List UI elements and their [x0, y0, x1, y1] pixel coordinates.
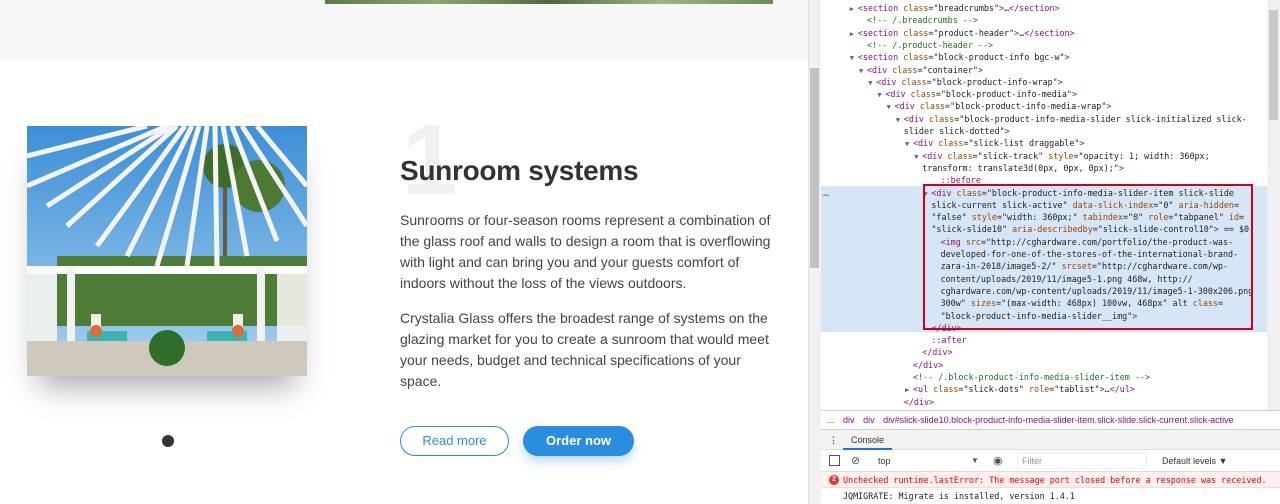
node-actions-ellipsis[interactable]: …: [823, 188, 829, 199]
error-count-icon: 2: [829, 475, 839, 485]
dom-line-text: </div>: [903, 396, 935, 407]
console-filter-input[interactable]: Filter: [1017, 453, 1147, 469]
tab-console[interactable]: Console: [843, 430, 893, 450]
collapsed-arrow-icon[interactable]: ▶: [850, 3, 858, 15]
dom-line[interactable]: <!-- /.breadcrumbs -->: [867, 14, 1267, 26]
drawer-menu-icon[interactable]: ⋮: [829, 430, 838, 450]
dom-line-text: <ul class="slick-dots" role="tablist">…<…: [913, 384, 1135, 395]
dom-line[interactable]: ::after: [931, 334, 1267, 346]
error-text: Unchecked runtime.lastError: The message…: [843, 475, 1267, 485]
top-section: [0, 0, 808, 60]
breadcrumb-div-2[interactable]: div: [863, 415, 875, 425]
dom-line[interactable]: </div>: [904, 396, 1267, 408]
expanded-arrow-icon[interactable]: ▼: [905, 138, 913, 150]
read-more-button[interactable]: Read more: [400, 426, 509, 456]
dom-line-text: <!-- /.block-product-info-media-slider-i…: [913, 372, 1150, 382]
slider-dot-active[interactable]: [162, 435, 174, 447]
product-image-sunroom[interactable]: [27, 126, 307, 376]
devtools-panel: … ▶ <section class="breadcrumbs">…</secti…: [821, 0, 1280, 504]
dom-line[interactable]: ▼ <div class="slick-list draggable">: [905, 137, 1267, 149]
expanded-arrow-icon[interactable]: ▼: [868, 77, 876, 89]
dom-line-text: <div class="slick-list draggable">: [913, 138, 1085, 149]
console-log-message: JQMIGRATE: Migrate is installed, version…: [821, 488, 1280, 504]
sunroom-photo: [27, 126, 307, 376]
expanded-arrow-icon[interactable]: ▼: [859, 65, 867, 77]
dom-line-text: </div>: [922, 347, 953, 358]
dom-line-text: <section class="block-product-info bgc-w…: [857, 52, 1070, 63]
context-selector[interactable]: top: [878, 450, 968, 472]
dom-line[interactable]: ▼ <div class="slick-track" style="opacity…: [914, 150, 1267, 162]
dom-line[interactable]: ▶ <section class="product-header">…</sect…: [850, 27, 1267, 39]
dom-line[interactable]: <!-- /.block-product-info-media-slider-i…: [913, 371, 1267, 383]
elements-scrollbar-thumb[interactable]: [1269, 10, 1278, 120]
previous-section-image: [325, 0, 773, 4]
breadcrumb-selected[interactable]: div#slick-slide10.block-product-info-med…: [883, 415, 1234, 425]
expanded-arrow-icon[interactable]: ▼: [896, 114, 904, 126]
dom-line-text: <div class="block-product-info-media">: [885, 89, 1078, 100]
collapsed-arrow-icon[interactable]: ▶: [850, 28, 858, 40]
dom-line[interactable]: ▼ <section class="block-product-info bgc-…: [850, 51, 1267, 63]
dom-breadcrumb: ... div div div#slick-slide10.block-prod…: [821, 410, 1280, 430]
red-annotation-box: [923, 184, 1253, 330]
show-sidebar-icon[interactable]: [829, 455, 840, 466]
breadcrumb-div-1[interactable]: div: [843, 415, 855, 425]
dom-line[interactable]: ▶ <section class="breadcrumbs">…</section…: [850, 2, 1267, 14]
dom-line-text: <div class="block-product-info-media-sli…: [903, 113, 1247, 124]
dom-line-text: ::after: [931, 335, 967, 346]
breadcrumb-ellipsis[interactable]: ...: [827, 415, 835, 425]
context-dropdown-icon[interactable]: ▼: [971, 450, 979, 472]
expanded-arrow-icon[interactable]: ▼: [887, 101, 895, 113]
dom-line-text: <section class="breadcrumbs">…</section>: [857, 3, 1060, 13]
dom-line-text: <div class="container">: [867, 64, 983, 75]
dom-line[interactable]: ▼ <div class="container">: [859, 64, 1267, 76]
live-expression-eye-icon[interactable]: ◉: [993, 450, 1003, 472]
dom-line[interactable]: transform: translate3d(0px, 0px, 0px);">: [922, 162, 1267, 174]
collapsed-arrow-icon[interactable]: ▶: [905, 384, 913, 396]
dom-line-text: <section class="product-header">…</secti…: [857, 27, 1075, 38]
dom-line[interactable]: ▶ <ul class="slick-dots" role="tablist">……: [905, 383, 1267, 395]
dom-line-text: <div class="slick-track" style="opacity:…: [922, 150, 1210, 161]
dom-line[interactable]: ▼ <div class="block-product-info-media-wr…: [887, 100, 1267, 112]
expanded-arrow-icon[interactable]: ▼: [850, 52, 858, 64]
dom-line[interactable]: </div>: [913, 359, 1267, 371]
dom-line[interactable]: ▼ <div class="block-product-info-media">: [877, 88, 1267, 100]
dom-line[interactable]: ▼ <div class="block-product-info-media-sl…: [896, 113, 1267, 125]
dom-line-text: <div class="block-product-info-wrap">: [876, 76, 1063, 87]
dom-line[interactable]: </div>: [922, 346, 1267, 358]
expanded-arrow-icon[interactable]: ▼: [914, 151, 922, 163]
dom-line[interactable]: <!-- /.product-header -->: [867, 39, 1267, 51]
console-error-message: 2 Unchecked runtime.lastError: The messa…: [821, 472, 1280, 488]
dom-line[interactable]: slider slick-dotted">: [904, 125, 1267, 137]
console-toolbar: ⊘ top ▼ ◉ Filter Default levels ▼: [821, 450, 1280, 472]
dom-line-text: <div class="block-product-info-media-wra…: [894, 101, 1112, 112]
dom-line-text: transform: translate3d(0px, 0px, 0px);">: [922, 162, 1124, 173]
section-title: Sunroom systems: [400, 155, 639, 186]
dom-line-text: </div>: [913, 359, 944, 370]
order-now-button[interactable]: Order now: [523, 426, 634, 456]
dom-line-text: <!-- /.product-header -->: [867, 39, 994, 50]
description-paragraph-2: Crystalia Glass offers the broadest rang…: [400, 310, 769, 389]
log-text: JQMIGRATE: Migrate is installed, version…: [843, 491, 1075, 501]
console-drawer-tabs: ⋮ Console: [821, 430, 1280, 450]
log-levels-dropdown[interactable]: Default levels ▼: [1162, 450, 1227, 472]
dom-line[interactable]: ▼ <div class="block-product-info-wrap">: [868, 76, 1267, 88]
description-paragraph-1: Sunrooms or four-season rooms represent …: [400, 212, 771, 291]
dom-line-text: slider slick-dotted">: [903, 126, 1010, 136]
elements-tree: … ▶ <section class="breadcrumbs">…</secti…: [821, 0, 1267, 410]
dom-line-text: <!-- /.breadcrumbs -->: [867, 15, 978, 26]
page-scrollbar-thumb[interactable]: [810, 68, 819, 268]
clear-console-icon[interactable]: ⊘: [851, 450, 860, 472]
website-viewport: 1 Sunroom systems Sunrooms or four-seaso…: [0, 0, 808, 504]
